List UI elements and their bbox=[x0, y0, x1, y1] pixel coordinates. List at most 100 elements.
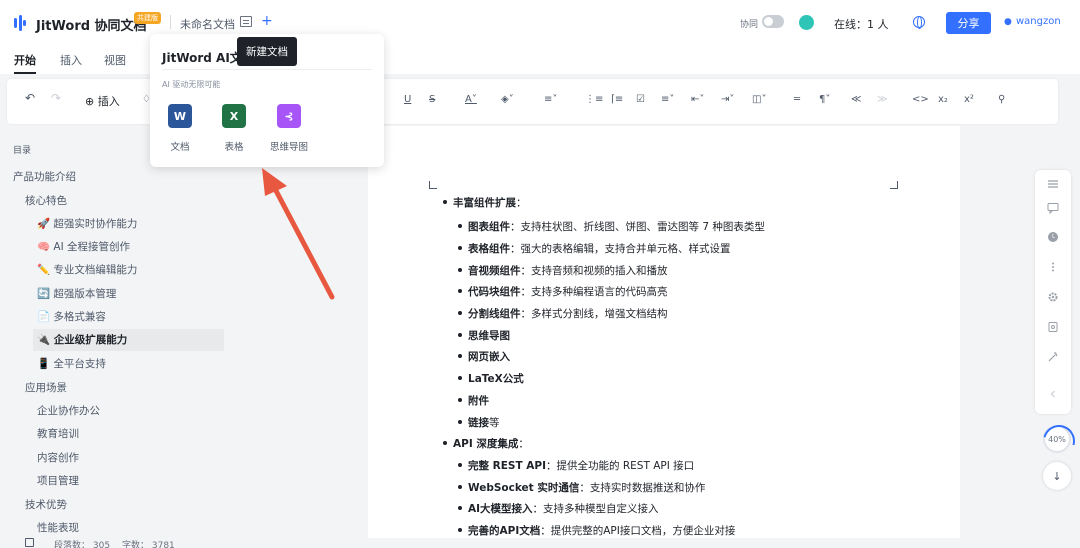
spreadsheet-icon[interactable]: X bbox=[222, 104, 246, 128]
word-doc-icon[interactable]: W bbox=[168, 104, 192, 128]
history-icon[interactable] bbox=[1047, 231, 1059, 243]
toc-item[interactable]: ✏️ 专业文档编辑能力 bbox=[37, 262, 137, 277]
document-page[interactable]: 丰富组件扩展： 图表组件：支持柱状图、折线图、饼图、雷达图等 7 种图表类型 表… bbox=[368, 126, 960, 538]
magic-wand-icon[interactable] bbox=[1047, 351, 1059, 363]
toc-item[interactable]: 应用场景 bbox=[25, 380, 67, 395]
collab-toggle[interactable] bbox=[762, 15, 784, 28]
outdent-icon[interactable]: ⇥˅ bbox=[721, 94, 734, 105]
increase-indent-icon[interactable]: ≫ bbox=[877, 94, 887, 105]
task-list-icon[interactable]: ☑ bbox=[636, 94, 645, 105]
new-document-tooltip: 新建文档 bbox=[237, 37, 297, 66]
list-item: 完整 REST API：提供全功能的 REST API 接口 bbox=[458, 458, 694, 473]
horizontal-rule-icon[interactable]: ═ bbox=[794, 94, 800, 105]
app-label[interactable]: 文档 bbox=[160, 139, 200, 153]
list-item: LaTeX公式 bbox=[458, 371, 524, 386]
word-count: 字数： 3781 bbox=[122, 541, 175, 548]
highlight-icon[interactable]: ◈˅ bbox=[501, 94, 514, 105]
outline-sidebar: 目录 产品功能介绍 核心特色 🚀 超强实时协作能力 🧠 AI 全程接管创作 ✏️… bbox=[0, 130, 368, 538]
line-height-icon[interactable]: ≡˅ bbox=[661, 94, 674, 105]
toc-item[interactable]: 🧠 AI 全程接管创作 bbox=[37, 239, 130, 254]
redo-icon[interactable]: ↷ bbox=[51, 91, 61, 105]
list-item: 丰富组件扩展： bbox=[443, 195, 527, 210]
list-item: 图表组件：支持柱状图、折线图、饼图、雷达图等 7 种图表类型 bbox=[458, 219, 765, 234]
paragraph-count: 段落数： 305 bbox=[54, 541, 111, 548]
menu-icon[interactable] bbox=[1047, 178, 1059, 190]
insert-button[interactable]: ⊕ 插入 bbox=[85, 93, 120, 109]
toc-item[interactable]: 核心特色 bbox=[25, 193, 67, 208]
ordered-list-icon[interactable]: ⌈≡ bbox=[611, 94, 623, 105]
list-item: 链接等 bbox=[458, 415, 500, 430]
app-title: JitWord 协同文档 bbox=[36, 19, 147, 34]
search-icon[interactable]: ⚲ bbox=[998, 94, 1005, 105]
list-item: 分割线组件：多样式分割线，增强文档结构 bbox=[458, 306, 668, 321]
divider bbox=[170, 15, 171, 29]
code-icon[interactable]: <> bbox=[912, 94, 929, 105]
globe-icon[interactable] bbox=[913, 16, 925, 29]
popover-subtitle: AI 驱动无限可能 bbox=[162, 80, 221, 89]
toc-item[interactable]: 🔄 超强版本管理 bbox=[37, 286, 116, 301]
tab-start[interactable]: 开始 bbox=[14, 52, 36, 74]
decrease-indent-icon[interactable]: ≪ bbox=[851, 94, 861, 105]
toc-item-active[interactable]: 🔌 企业级扩展能力 bbox=[33, 329, 224, 351]
online-count: 在线：1 人 bbox=[834, 18, 889, 31]
jitword-logo-icon bbox=[14, 15, 26, 31]
document-list-icon[interactable] bbox=[240, 16, 252, 27]
new-document-button[interactable]: + bbox=[261, 13, 273, 29]
zoom-indicator[interactable]: 40% bbox=[1043, 425, 1071, 453]
status-bar: 段落数： 305 字数： 3781 bbox=[0, 538, 1080, 548]
user-icon[interactable]: ● bbox=[1004, 17, 1012, 27]
collab-label: 协同 bbox=[740, 20, 759, 30]
document-icon bbox=[25, 538, 34, 547]
tab-view[interactable]: 视图 bbox=[104, 52, 126, 68]
subscript-icon[interactable]: x₂ bbox=[938, 94, 948, 105]
tab-insert[interactable]: 插入 bbox=[60, 52, 82, 68]
page-corner-mark bbox=[429, 181, 437, 189]
user-name[interactable]: wangzon bbox=[1016, 16, 1061, 27]
toc-item[interactable]: 📱 全平台支持 bbox=[37, 356, 106, 371]
document-name[interactable]: 未命名文档 bbox=[180, 16, 235, 32]
list-item: 思维导图 bbox=[458, 328, 510, 343]
toc-item[interactable]: 企业协作办公 bbox=[37, 403, 100, 418]
collapse-icon[interactable] bbox=[1047, 388, 1059, 400]
settings-icon[interactable] bbox=[1047, 291, 1059, 303]
superscript-icon[interactable]: x² bbox=[964, 94, 974, 105]
right-tool-rail bbox=[1035, 170, 1071, 414]
toc-item[interactable]: 技术优势 bbox=[25, 497, 67, 512]
list-item: 完善的API文档：提供完整的API接口文档，方便企业对接 bbox=[458, 523, 735, 538]
font-color-icon[interactable]: A˅ bbox=[465, 94, 477, 105]
list-item: 音视频组件：支持音频和视频的插入和播放 bbox=[458, 263, 668, 278]
page-corner-mark bbox=[890, 181, 898, 189]
toc-item[interactable]: 性能表现 bbox=[37, 520, 79, 535]
scroll-down-button[interactable]: ↓ bbox=[1043, 462, 1071, 490]
strikethrough-icon[interactable]: S bbox=[429, 94, 435, 105]
more-icon[interactable] bbox=[1047, 261, 1059, 273]
paragraph-icon[interactable]: ¶˅ bbox=[819, 94, 830, 105]
app-label[interactable]: 思维导图 bbox=[269, 139, 309, 153]
toc-item[interactable]: 教育培训 bbox=[37, 426, 79, 441]
underline-icon[interactable]: U bbox=[404, 94, 411, 105]
list-item: 代码块组件：支持多种编程语言的代码高亮 bbox=[458, 284, 668, 299]
divider bbox=[162, 69, 372, 70]
align-icon[interactable]: ≡˅ bbox=[544, 94, 557, 105]
list-item: 附件 bbox=[458, 393, 489, 408]
toc-title: 目录 bbox=[13, 146, 32, 156]
export-icon[interactable] bbox=[1047, 321, 1059, 333]
collaborator-avatar[interactable] bbox=[799, 15, 814, 30]
mindmap-icon[interactable]: ⊰ bbox=[277, 104, 301, 128]
toc-item[interactable]: 📄 多格式兼容 bbox=[37, 309, 106, 324]
bullet-list-icon[interactable]: ⋮≡ bbox=[585, 94, 603, 105]
list-item: AI大模型接入：支持多种模型自定义接入 bbox=[458, 501, 659, 516]
toc-item[interactable]: 🚀 超强实时协作能力 bbox=[37, 216, 137, 231]
list-item: 网页嵌入 bbox=[458, 349, 510, 364]
undo-icon[interactable]: ↶ bbox=[25, 91, 35, 105]
toc-item[interactable]: 项目管理 bbox=[37, 473, 79, 488]
margin-icon[interactable]: ◫˅ bbox=[752, 94, 766, 105]
indent-icon[interactable]: ⇤˅ bbox=[691, 94, 704, 105]
list-item: API 深度集成： bbox=[443, 436, 529, 451]
toc-item[interactable]: 内容创作 bbox=[37, 450, 79, 465]
edition-badge: 共建版 bbox=[134, 12, 161, 24]
comment-icon[interactable] bbox=[1047, 202, 1059, 214]
share-button[interactable]: 分享 bbox=[946, 12, 991, 34]
app-label[interactable]: 表格 bbox=[214, 139, 254, 153]
toc-item[interactable]: 产品功能介绍 bbox=[13, 169, 76, 184]
